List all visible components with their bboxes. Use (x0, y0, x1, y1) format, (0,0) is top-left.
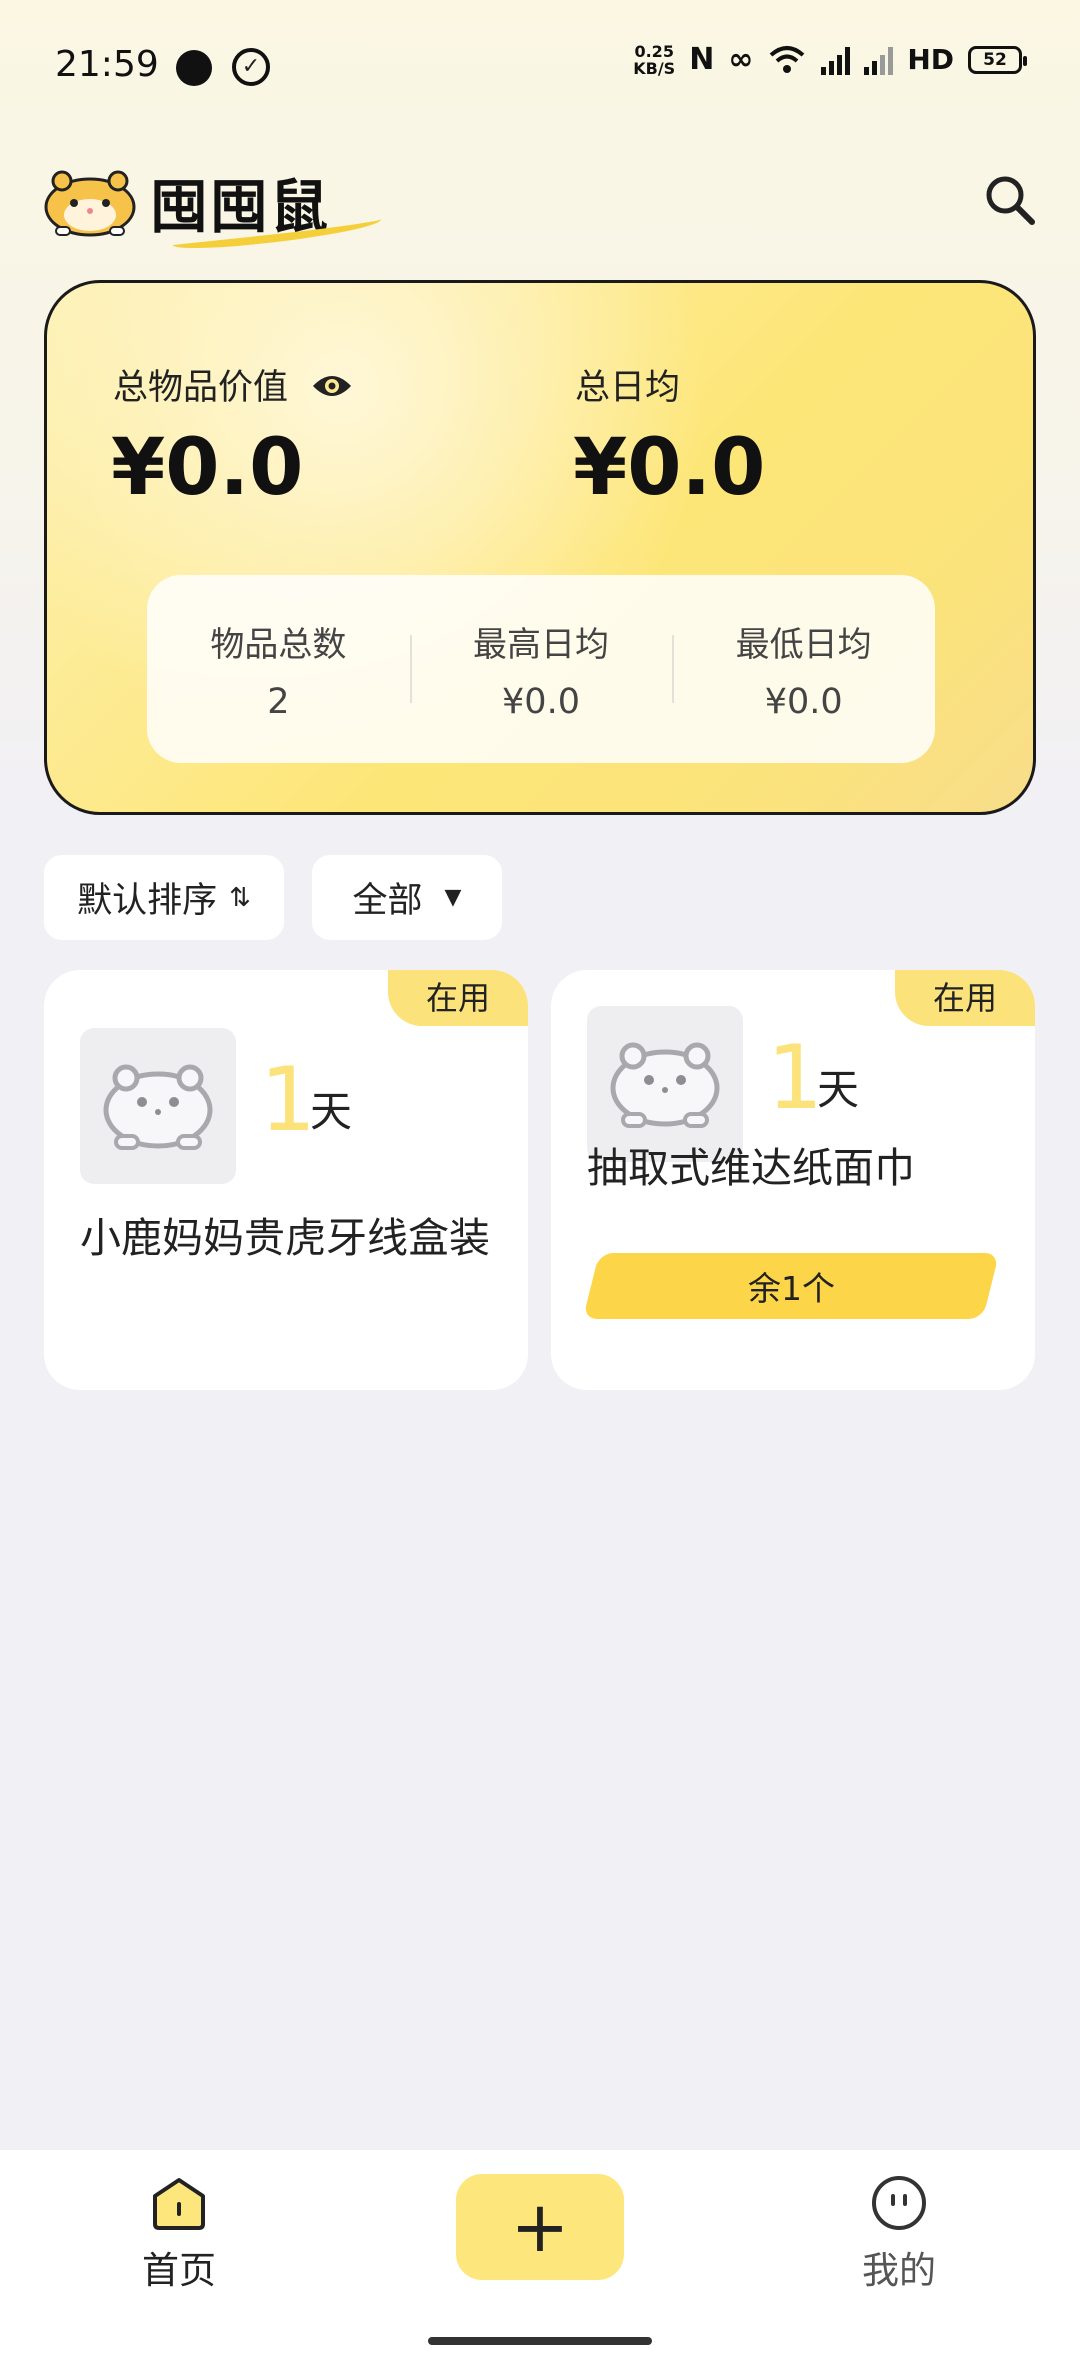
item-card[interactable]: 在用 1 天 小鹿妈妈贵虎牙线盒装 (44, 970, 528, 1390)
search-button[interactable] (982, 172, 1038, 228)
stat-label: 最低日均 (735, 624, 872, 665)
summary-card: 总物品价值 ¥0.0 总日均 ¥0.0 物品总数 2 最高日均 ¥0.0 最低日… (44, 280, 1036, 815)
sort-button[interactable]: 默认排序 ⇅ (44, 855, 284, 940)
status-time: 21:59 (55, 44, 159, 85)
hamster-placeholder-icon (103, 1064, 213, 1150)
item-card[interactable]: 在用 1 天 抽取式维达纸面巾 余1个 (551, 970, 1035, 1390)
nav-home-label: 首页 (142, 2249, 216, 2292)
stat-min-daily: 最低日均 ¥0.0 (672, 575, 935, 763)
stat-label: 最高日均 (473, 624, 609, 665)
total-value-label-row: 总物品价值 (113, 359, 353, 410)
item-title: 抽取式维达纸面巾 (587, 1144, 915, 1192)
home-indicator[interactable] (428, 2337, 652, 2345)
category-label: 全部 (352, 881, 423, 921)
bottom-nav: 首页 + 我的 (0, 2150, 1080, 2375)
total-value: ¥0.0 (111, 423, 304, 513)
eye-icon[interactable] (311, 369, 353, 409)
item-image-placeholder (80, 1028, 236, 1184)
status-icons: 0.25 KB/S N ∞ HD 52 (633, 42, 1027, 77)
stat-value: ¥0.0 (764, 681, 843, 722)
signal-5g-2-icon (864, 45, 894, 75)
total-value-label: 总物品价值 (113, 368, 289, 408)
nav-mine[interactable]: 我的 (824, 2174, 974, 2294)
days-unit: 天 (310, 1087, 353, 1136)
profile-face-icon (872, 2176, 926, 2230)
days-count: 1 (260, 1048, 316, 1151)
network-speed-unit: KB/S (633, 58, 676, 78)
check-circle-icon: ✓ (232, 48, 270, 86)
search-icon (986, 176, 1035, 225)
stat-label: 物品总数 (210, 624, 347, 665)
wifi-icon (769, 45, 805, 73)
stat-total-count: 物品总数 2 (147, 575, 410, 763)
stat-value: 2 (267, 681, 290, 722)
app-header: 囤囤鼠 (0, 150, 1080, 260)
battery-icon: 52 (968, 45, 1027, 74)
nav-home[interactable]: 首页 (104, 2174, 254, 2294)
stat-value: ¥0.0 (502, 681, 580, 722)
app-logo: 囤囤鼠 (42, 160, 383, 253)
network-speed: 0.25 KB/S (633, 43, 675, 77)
item-title: 小鹿妈妈贵虎牙线盒装 (80, 1214, 490, 1262)
daily-avg-value: ¥0.0 (573, 423, 766, 513)
daily-avg-label: 总日均 (575, 368, 681, 408)
caret-down-icon: ▼ (444, 885, 462, 910)
status-badge: 在用 (388, 970, 528, 1026)
hamster-placeholder-icon (610, 1042, 720, 1128)
nav-mine-label: 我的 (862, 2249, 936, 2292)
stats-box: 物品总数 2 最高日均 ¥0.0 最低日均 ¥0.0 (147, 575, 935, 763)
hamster-icon (44, 170, 136, 237)
plus-icon: + (510, 2186, 570, 2268)
add-item-button[interactable]: + (456, 2174, 624, 2280)
remaining-label: 余1个 (747, 1269, 835, 1308)
hd-voice-icon: HD (907, 43, 954, 76)
network-speed-value: 0.25 (634, 41, 674, 61)
signal-5g-1-icon (821, 45, 851, 75)
hotspot-icon: ∞ (728, 42, 754, 77)
status-badge: 在用 (895, 970, 1035, 1026)
status-bar: 21:59 ✓ 0.25 KB/S N ∞ HD 52 (0, 0, 1080, 130)
days-unit: 天 (817, 1065, 860, 1114)
notification-dot-icon (176, 50, 212, 86)
stat-max-daily: 最高日均 ¥0.0 (409, 575, 673, 763)
home-icon (153, 2178, 205, 2230)
sort-label: 默认排序 (77, 881, 218, 921)
remaining-badge: 余1个 (582, 1253, 1000, 1319)
category-filter-button[interactable]: 全部 ▼ (312, 855, 502, 940)
sort-arrows-icon: ⇅ (229, 882, 251, 913)
nfc-icon: N (689, 42, 715, 77)
days-count: 1 (767, 1026, 823, 1129)
